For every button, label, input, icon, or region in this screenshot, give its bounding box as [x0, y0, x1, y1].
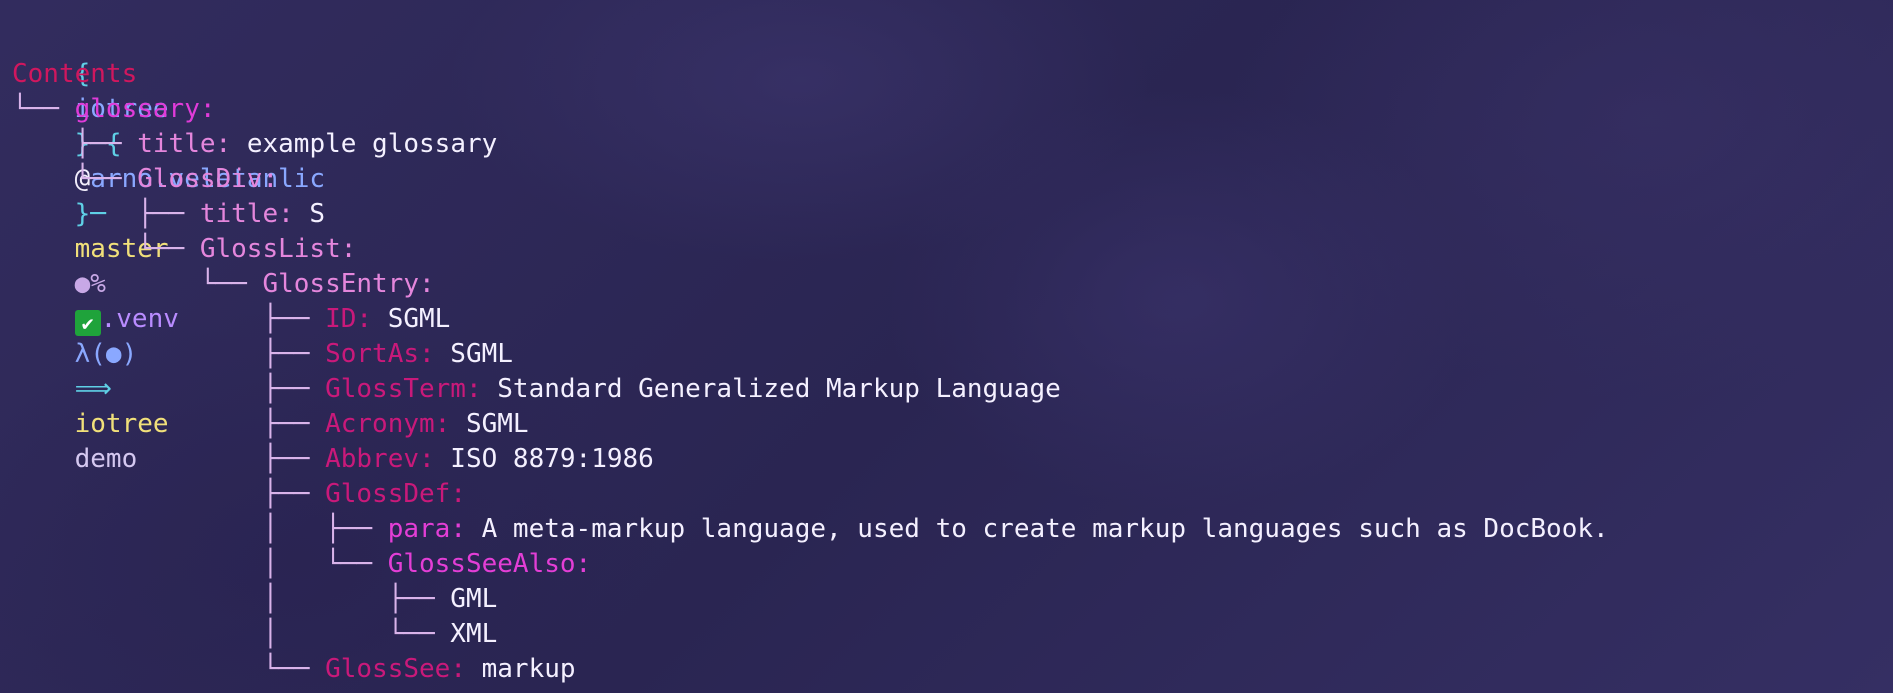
tree-key: GlossEntry — [262, 269, 419, 299]
tree-key: para — [387, 514, 451, 544]
tree-separator: : — [419, 269, 435, 299]
tree-row: ├── title: S — [12, 197, 1882, 232]
tree-key: SortAs — [325, 339, 419, 369]
tree-guide: └── — [12, 164, 138, 194]
tree-guide: ├── — [12, 129, 138, 159]
tree-key: ID — [325, 304, 357, 334]
tree-value: SGML — [434, 339, 513, 369]
tree-row: └── glossary: — [12, 92, 1882, 127]
tree-row: ├── GlossTerm: Standard Generalized Mark… — [12, 372, 1882, 407]
tree-value: S — [293, 199, 326, 229]
tree-row: └── GlossSee: markup — [12, 652, 1882, 687]
tree-guide: └── — [12, 234, 200, 264]
tree-row: ├── GlossDef: — [12, 477, 1882, 512]
tree-separator: : — [450, 654, 466, 684]
tree-separator: : — [278, 199, 294, 229]
tree-key: title — [199, 199, 279, 229]
tree-separator: : — [419, 339, 435, 369]
tree-guide: ├── — [12, 374, 326, 404]
tree-guide: ├── — [12, 444, 326, 474]
tree-row: ├── Abbrev: ISO 8879:1986 — [12, 442, 1882, 477]
tree-view: └── glossary: ├── title: example glossar… — [12, 92, 1882, 687]
tree-guide: │ ├── — [12, 584, 451, 614]
tree-row: │ ├── para: A meta-markup language, used… — [12, 512, 1882, 547]
tree-guide: │ ├── — [12, 514, 388, 544]
tree-row: │ └── XML — [12, 617, 1882, 652]
tree-value: XML — [450, 619, 498, 649]
tree-separator: : — [356, 304, 373, 334]
tree-row: └── GlossEntry: — [12, 267, 1882, 302]
terminal-output: { iotree }─{ @arno.veletanlic }─ master … — [12, 22, 1882, 687]
tree-value: A meta-markup language, used to create m… — [465, 514, 1609, 544]
tree-key: glossary — [74, 94, 200, 124]
tree-row: │ └── GlossSeeAlso: — [12, 547, 1882, 582]
tree-separator: : — [340, 234, 357, 264]
tree-guide: └── — [12, 654, 326, 684]
tree-value: Standard Generalized Markup Language — [481, 374, 1061, 404]
tree-value: ISO 8879:1986 — [434, 444, 654, 474]
tree-value: markup — [465, 654, 576, 684]
tree-separator: : — [465, 374, 482, 404]
tree-row: └── GlossDiv: — [12, 162, 1882, 197]
tree-separator: : — [215, 129, 232, 159]
tree-guide: ├── — [12, 479, 326, 509]
tree-guide: └── — [12, 94, 75, 124]
tree-key: GlossSeeAlso — [387, 549, 576, 579]
tree-row: ├── title: example glossary — [12, 127, 1882, 162]
tree-separator: : — [434, 409, 451, 439]
tree-key: title — [137, 129, 216, 159]
tree-separator: : — [450, 514, 466, 544]
tree-key: GlossDef — [325, 479, 451, 509]
tree-value: SGML — [450, 409, 529, 439]
tree-row: ├── SortAs: SGML — [12, 337, 1882, 372]
tree-row: │ ├── GML — [12, 582, 1882, 617]
tree-key: GlossSee — [325, 654, 451, 684]
tree-value: GML — [450, 584, 498, 614]
tree-guide: ├── — [12, 199, 200, 229]
tree-guide: ├── — [12, 409, 326, 439]
shell-prompt: { iotree }─{ @arno.veletanlic }─ master … — [12, 22, 1882, 474]
contents-heading: Contents — [12, 59, 138, 89]
tree-row: ├── ID: SGML — [12, 302, 1882, 337]
tree-guide: ├── — [12, 304, 326, 334]
tree-separator: : — [262, 164, 279, 194]
tree-value: SGML — [372, 304, 451, 334]
tree-separator: : — [199, 94, 216, 124]
tree-guide: │ └── — [12, 549, 388, 579]
tree-separator: : — [450, 479, 466, 509]
tree-key: Abbrev — [325, 444, 419, 474]
tree-row: ├── Acronym: SGML — [12, 407, 1882, 442]
tree-separator: : — [419, 444, 435, 474]
tree-key: GlossTerm — [325, 374, 466, 404]
tree-guide: ├── — [12, 339, 326, 369]
tree-key: Acronym — [325, 409, 435, 439]
tree-key: GlossList — [199, 234, 341, 264]
tree-separator: : — [575, 549, 592, 579]
tree-value: example glossary — [231, 129, 498, 159]
tree-guide: └── — [12, 269, 263, 299]
tree-guide: │ └── — [12, 619, 451, 649]
tree-row: └── GlossList: — [12, 232, 1882, 267]
tree-key: GlossDiv — [137, 164, 263, 194]
